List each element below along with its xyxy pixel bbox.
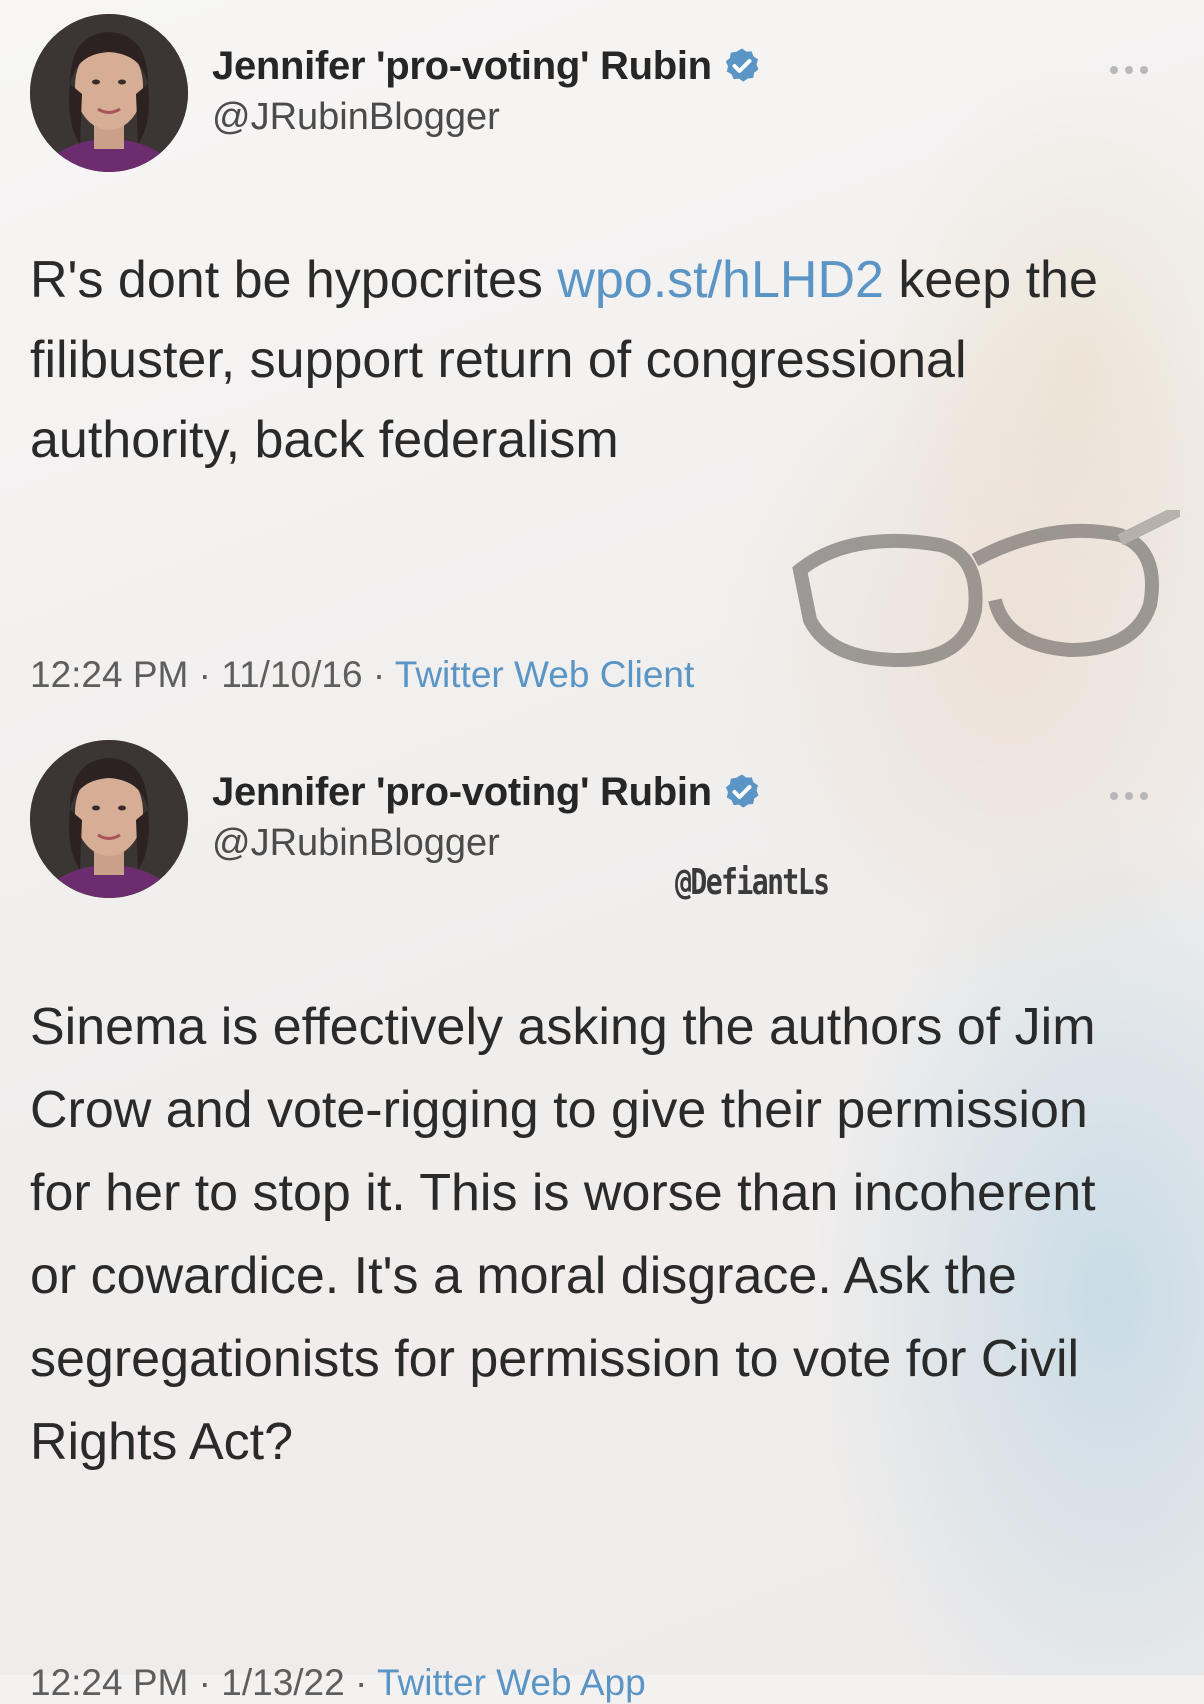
- tweet-source[interactable]: Twitter Web Client: [395, 654, 695, 695]
- tweet-header: Jennifer 'pro-voting' Rubin @JRubinBlogg…: [30, 740, 1150, 898]
- verified-badge-icon: [725, 774, 759, 808]
- tweet-time[interactable]: 12:24 PM: [30, 654, 188, 695]
- display-name[interactable]: Jennifer 'pro-voting' Rubin: [212, 44, 712, 89]
- tweet-date[interactable]: 11/10/16: [221, 654, 362, 695]
- tweet-meta: 12:24 PM · 11/10/16 · Twitter Web Client: [30, 654, 695, 695]
- author-names: Jennifer 'pro-voting' Rubin @JRubinBlogg…: [212, 768, 762, 865]
- verified-badge-icon: [725, 48, 759, 82]
- tweet-1: Jennifer 'pro-voting' Rubin @JRubinBlogg…: [30, 14, 1150, 695]
- tweet-date[interactable]: 1/13/22: [221, 1662, 344, 1703]
- tweet-source[interactable]: Twitter Web App: [377, 1662, 646, 1703]
- display-name[interactable]: Jennifer 'pro-voting' Rubin: [212, 770, 712, 815]
- tweet-link[interactable]: wpo.st/hLHD2: [557, 251, 884, 309]
- tweet-header: Jennifer 'pro-voting' Rubin @JRubinBlogg…: [30, 14, 1150, 172]
- more-options-icon[interactable]: [1108, 64, 1150, 76]
- tweet-text: R's dont be hypocrites wpo.st/hLHD2 keep…: [30, 251, 1098, 469]
- avatar[interactable]: [30, 740, 188, 898]
- handle[interactable]: @JRubinBlogger: [212, 96, 762, 139]
- handle[interactable]: @JRubinBlogger: [212, 822, 762, 865]
- tweet-2: Jennifer 'pro-voting' Rubin @JRubinBlogg…: [30, 740, 1150, 1703]
- tweet-text: Sinema is effectively asking the authors…: [30, 998, 1096, 1471]
- tweet-time[interactable]: 12:24 PM: [30, 1662, 188, 1703]
- author-names: Jennifer 'pro-voting' Rubin @JRubinBlogg…: [212, 42, 762, 139]
- watermark: @DefiantLs: [675, 862, 830, 903]
- more-options-icon[interactable]: [1108, 790, 1150, 802]
- tweet-meta: 12:24 PM · 1/13/22 · Twitter Web App: [30, 1662, 646, 1703]
- avatar[interactable]: [30, 14, 188, 172]
